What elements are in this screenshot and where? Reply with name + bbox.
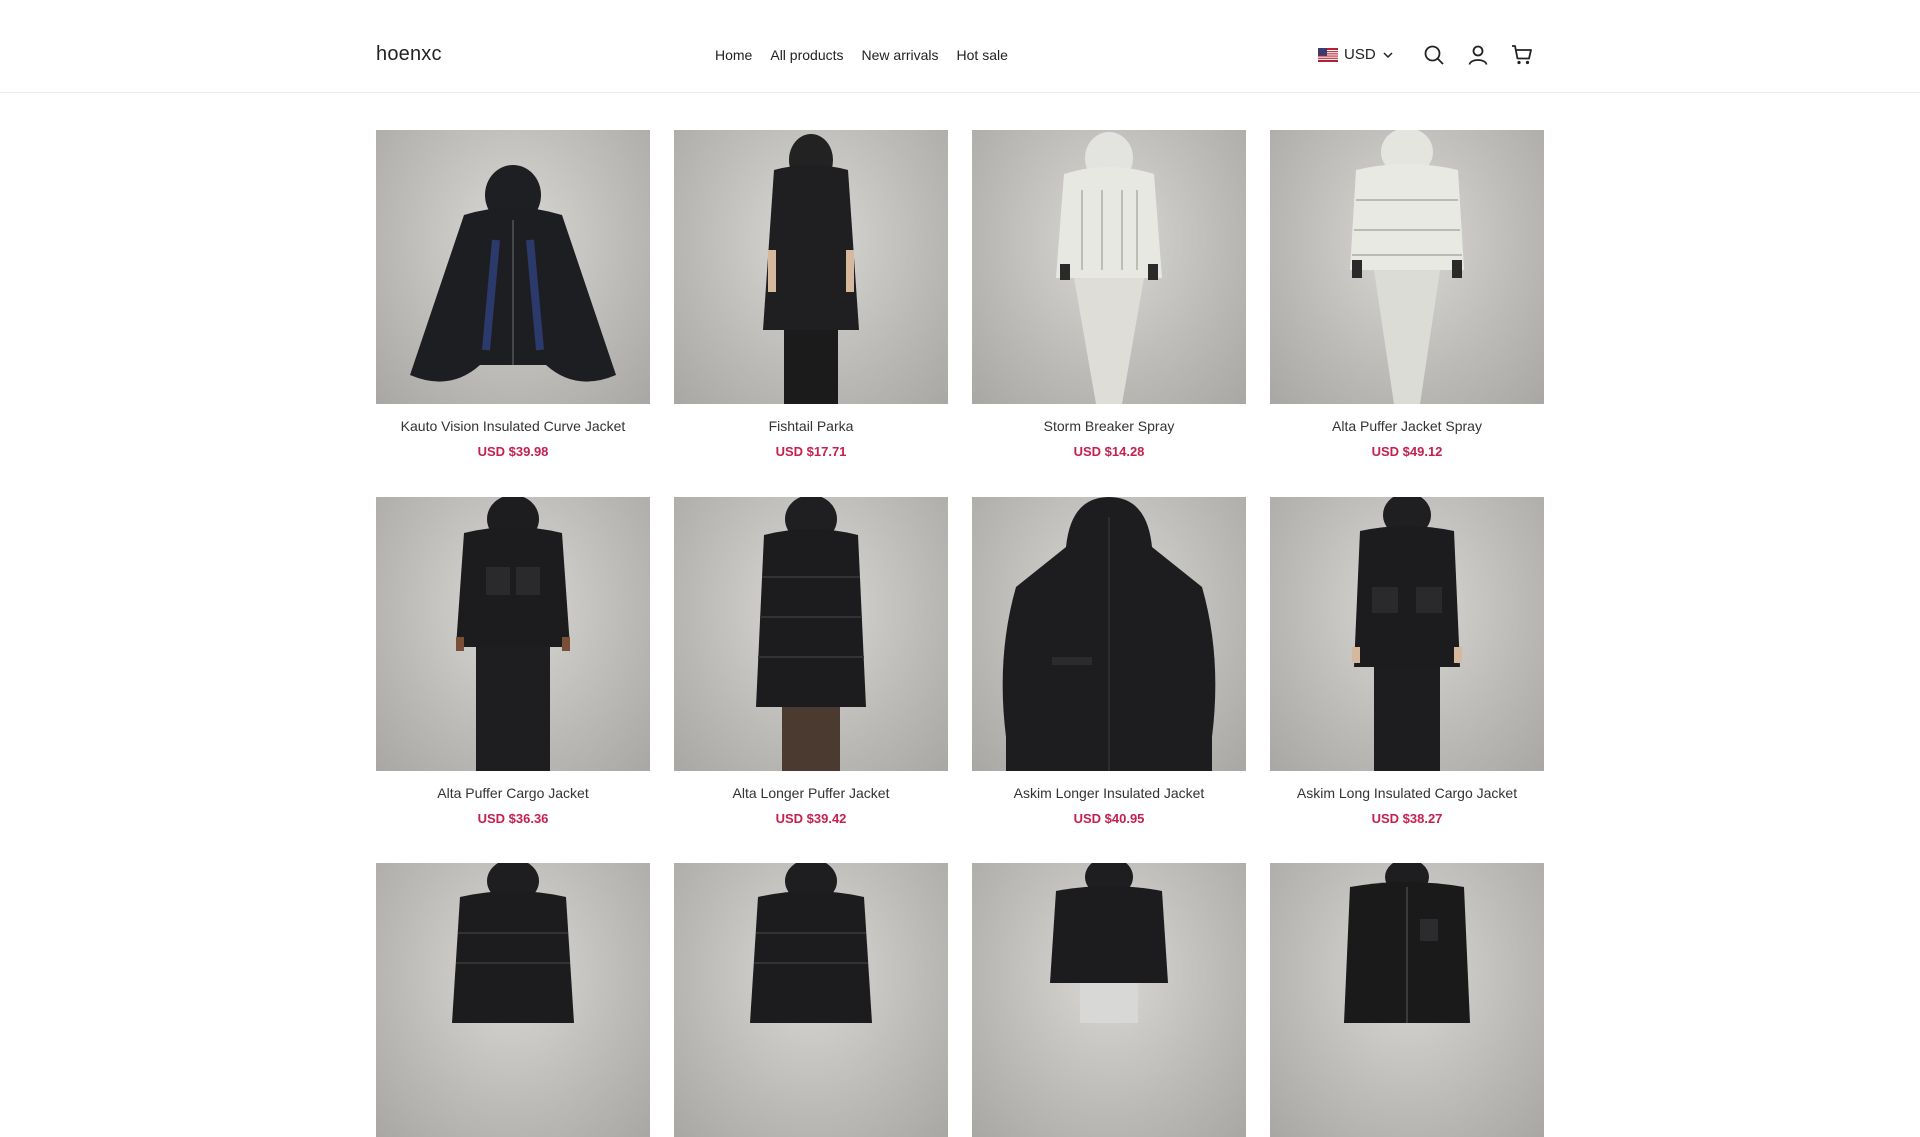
jacket-illustration [410,165,616,382]
product-image[interactable] [972,863,1246,1137]
product-price: USD $39.42 [775,811,847,826]
product-card[interactable]: Fishtail Parka USD $17.71 [674,130,948,460]
brand-logo[interactable]: hoenxc [376,43,442,66]
product-title[interactable]: Alta Puffer Jacket Spray [1270,417,1544,435]
product-image[interactable] [376,130,650,404]
nav-all-products[interactable]: All products [770,47,843,63]
cargo-long-jacket-illustration [1352,497,1462,771]
product-card[interactable] [972,863,1246,1137]
product-card[interactable]: Storm Breaker Spray USD $14.28 [972,130,1246,460]
puffer-spray-illustration [1350,130,1464,404]
product-title[interactable]: Askim Long Insulated Cargo Jacket [1270,784,1544,802]
product-title[interactable]: Alta Longer Puffer Jacket [674,784,948,802]
currency-selector[interactable]: USD [1318,46,1394,63]
nav-hot-sale[interactable]: Hot sale [957,47,1008,63]
product-image[interactable] [972,130,1246,404]
product-price: USD $39.98 [477,444,549,459]
product-price: USD $40.95 [1073,811,1145,826]
product-title[interactable]: Kauto Vision Insulated Curve Jacket [376,417,650,435]
product-image[interactable] [674,130,948,404]
product-price: USD $17.71 [775,444,847,459]
nav-home[interactable]: Home [715,47,752,63]
product-card[interactable]: Kauto Vision Insulated Curve Jacket USD … [376,130,650,460]
cart-button[interactable] [1510,43,1534,67]
spray-jacket-illustration [1056,132,1162,404]
product-title[interactable]: Alta Puffer Cargo Jacket [376,784,650,802]
product-image[interactable] [1270,497,1544,771]
us-flag-icon [1318,47,1338,62]
product-card[interactable]: Alta Puffer Jacket Spray USD $49.12 [1270,130,1544,460]
main-nav: Home All products New arrivals Hot sale [715,47,1008,63]
product-title[interactable]: Fishtail Parka [674,417,948,435]
nav-new-arrivals[interactable]: New arrivals [862,47,939,63]
product-image[interactable] [674,497,948,771]
fleece-jacket-illustration [1344,863,1470,1023]
site-header: hoenxc Home All products New arrivals Ho… [0,0,1920,93]
product-image[interactable] [1270,130,1544,404]
search-button[interactable] [1422,43,1446,67]
product-card[interactable]: Alta Puffer Cargo Jacket USD $36.36 [376,497,650,827]
parka-illustration [763,134,859,404]
account-button[interactable] [1466,43,1490,67]
product-card[interactable]: Askim Longer Insulated Jacket USD $40.95 [972,497,1246,827]
user-icon [1468,45,1488,65]
product-price: USD $14.28 [1073,444,1145,459]
puffer-illustration [452,863,574,1023]
currency-label: USD [1344,46,1376,63]
product-card[interactable]: Askim Long Insulated Cargo Jacket USD $3… [1270,497,1544,827]
product-image[interactable] [376,863,650,1137]
product-title[interactable]: Storm Breaker Spray [972,417,1246,435]
product-card[interactable] [1270,863,1544,1137]
product-card[interactable] [674,863,948,1137]
search-icon [1424,45,1444,65]
long-puffer-illustration [756,497,866,771]
short-puffer-illustration [1050,863,1168,1023]
chevron-down-icon [1383,51,1393,58]
product-title[interactable]: Askim Longer Insulated Jacket [972,784,1246,802]
product-price: USD $36.36 [477,811,549,826]
product-image[interactable] [1270,863,1544,1137]
product-card[interactable]: Alta Longer Puffer Jacket USD $39.42 [674,497,948,827]
product-image[interactable] [376,497,650,771]
cargo-jacket-illustration [456,497,570,771]
cart-icon [1512,45,1532,65]
puffer-illustration [750,863,872,1023]
product-card[interactable] [376,863,650,1137]
product-image[interactable] [972,497,1246,771]
product-price: USD $38.27 [1371,811,1443,826]
insulated-jacket-illustration [1002,497,1216,771]
product-image[interactable] [674,863,948,1137]
product-price: USD $49.12 [1371,444,1443,459]
